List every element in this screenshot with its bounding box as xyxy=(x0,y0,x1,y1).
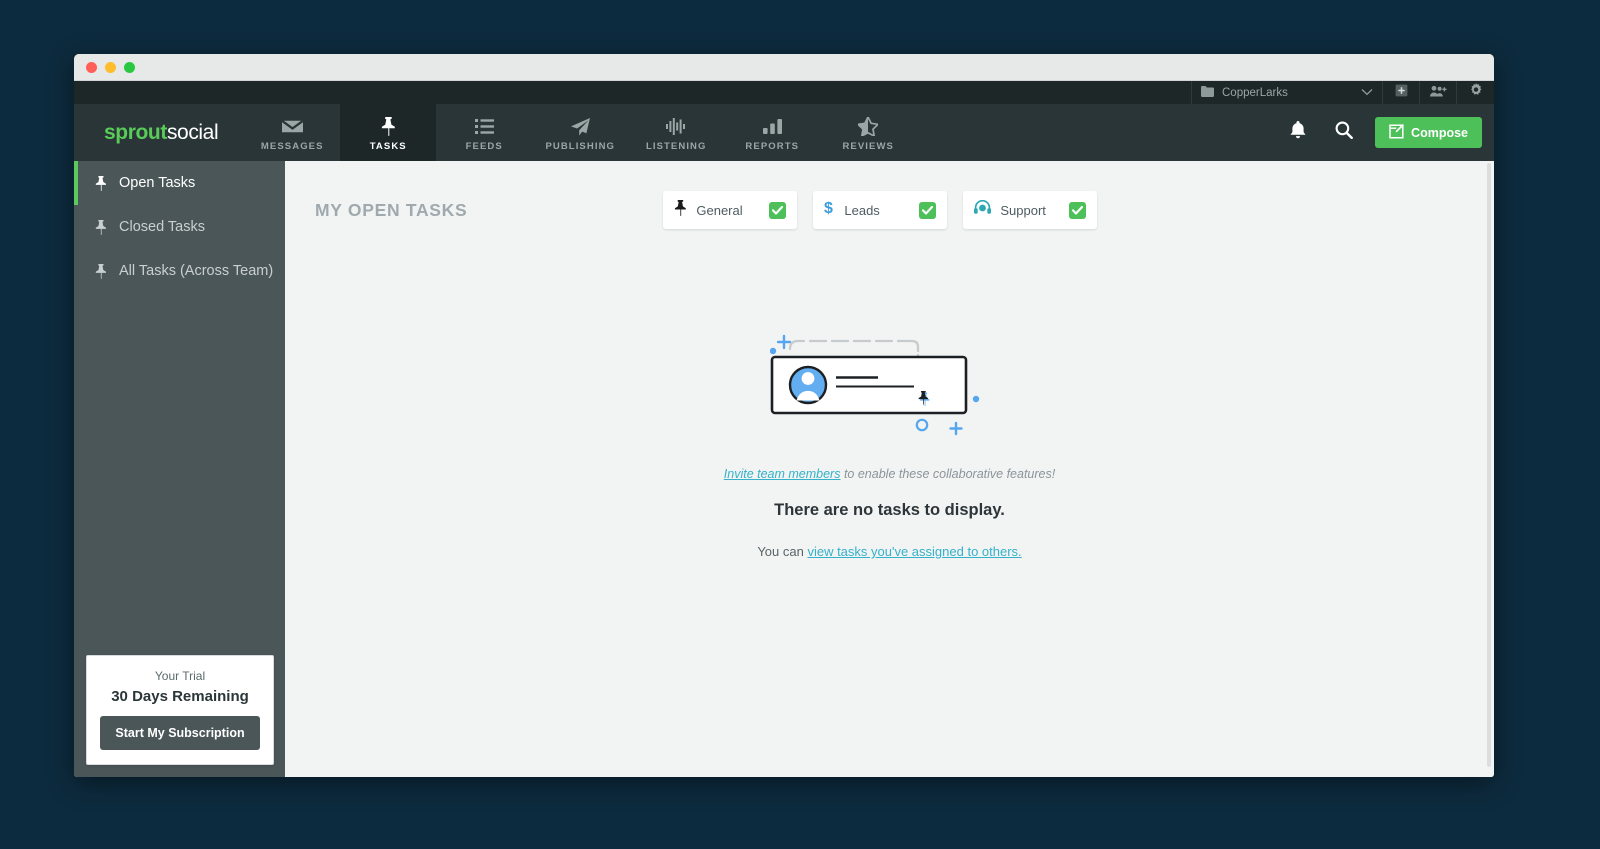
filter-card-leads[interactable]: $ Leads xyxy=(813,191,948,229)
add-user-button[interactable] xyxy=(1420,81,1457,104)
plus-square-icon xyxy=(1395,84,1408,102)
pin-icon xyxy=(381,117,396,136)
main-navbar: sprout social MESSAGES TASKS FEEDS PUBLI… xyxy=(74,104,1494,161)
filter-card-support[interactable]: Support xyxy=(963,191,1098,229)
sidebar-item-closed-tasks[interactable]: Closed Tasks xyxy=(74,205,285,249)
empty-state-subtext: You can view tasks you've assigned to ot… xyxy=(757,544,1021,559)
add-profile-button[interactable] xyxy=(1383,81,1420,104)
pin-icon xyxy=(94,263,108,279)
screen: CopperLarks sprout social MESSAGES TASKS… xyxy=(0,0,1600,849)
nav-label-feeds: FEEDS xyxy=(465,141,503,152)
logo-part-social: social xyxy=(166,120,219,144)
window-maximize-button[interactable] xyxy=(124,61,135,73)
user-add-icon xyxy=(1429,84,1447,102)
page-title: MY OPEN TASKS xyxy=(315,199,468,220)
search-button[interactable] xyxy=(1321,104,1367,161)
nav-item-feeds[interactable]: FEEDS xyxy=(436,104,532,161)
nav-item-reports[interactable]: REPORTS xyxy=(724,104,820,161)
sproutsocial-logo[interactable]: sprout social xyxy=(74,104,244,161)
compose-button[interactable]: Compose xyxy=(1375,117,1482,148)
window-minimize-button[interactable] xyxy=(105,61,116,73)
compose-label: Compose xyxy=(1411,125,1468,140)
bell-icon xyxy=(1290,121,1306,144)
empty-subtext-prefix: You can xyxy=(757,544,808,559)
invite-team-members-link[interactable]: Invite team members xyxy=(724,467,841,481)
nav-item-listening[interactable]: LISTENING xyxy=(628,104,724,161)
account-selector[interactable]: CopperLarks xyxy=(1191,81,1383,104)
waveform-icon xyxy=(666,117,686,136)
nav-item-tasks[interactable]: TASKS xyxy=(340,104,437,161)
chevron-down-icon xyxy=(1361,87,1373,99)
filter-card-general[interactable]: General xyxy=(663,191,798,229)
nav-label-reviews: REVIEWS xyxy=(842,141,894,152)
nav-right-actions: Compose xyxy=(1275,104,1494,161)
filter-label-support: Support xyxy=(1000,202,1046,218)
window-titlebar xyxy=(74,54,1494,81)
headset-icon xyxy=(974,199,992,220)
compose-pencil-icon xyxy=(1389,123,1404,142)
svg-text:$: $ xyxy=(824,200,833,216)
folder-icon xyxy=(1201,85,1214,100)
nav-items: MESSAGES TASKS FEEDS PUBLISHING LISTENIN… xyxy=(244,104,916,161)
sidebar: Open Tasks Closed Tasks All Tasks (Acros… xyxy=(74,161,285,777)
settings-button[interactable] xyxy=(1457,81,1494,104)
notifications-button[interactable] xyxy=(1275,104,1321,161)
envelope-icon xyxy=(281,117,303,136)
sidebar-label-closed-tasks: Closed Tasks xyxy=(119,219,205,235)
scrollbar-thumb[interactable] xyxy=(1487,163,1491,767)
search-icon xyxy=(1335,121,1353,144)
pin-icon xyxy=(94,219,108,235)
paper-plane-icon xyxy=(570,117,590,136)
nav-item-publishing[interactable]: PUBLISHING xyxy=(532,104,628,161)
pin-icon xyxy=(674,199,687,221)
filter-checkbox-general[interactable] xyxy=(769,201,787,219)
empty-state-title: There are no tasks to display. xyxy=(774,501,1005,519)
sidebar-item-open-tasks[interactable]: Open Tasks xyxy=(74,161,285,205)
nav-item-reviews[interactable]: REVIEWS xyxy=(820,104,916,161)
content-area: MY OPEN TASKS General $ Leads Support In… xyxy=(285,161,1494,777)
account-name: CopperLarks xyxy=(1222,86,1288,99)
dollar-icon: $ xyxy=(824,199,835,221)
task-type-filters: General $ Leads Support xyxy=(663,191,1098,229)
window-close-button[interactable] xyxy=(86,61,97,73)
view-assigned-tasks-link[interactable]: view tasks you've assigned to others. xyxy=(807,544,1021,559)
logo-part-sprout: sprout xyxy=(104,120,167,144)
account-strip: CopperLarks xyxy=(74,81,1494,104)
nav-label-reports: REPORTS xyxy=(745,141,800,152)
filter-label-general: General xyxy=(696,202,743,218)
nav-label-tasks: TASKS xyxy=(369,141,407,152)
empty-state: Invite team members to enable these coll… xyxy=(285,319,1494,559)
star-icon xyxy=(858,117,879,136)
start-subscription-button[interactable]: Start My Subscription xyxy=(100,716,260,750)
filter-checkbox-leads[interactable] xyxy=(919,201,937,219)
gear-icon xyxy=(1469,83,1483,102)
app-body: Open Tasks Closed Tasks All Tasks (Acros… xyxy=(74,161,1494,777)
filter-checkbox-support[interactable] xyxy=(1069,201,1087,219)
pin-icon xyxy=(94,175,108,191)
invite-message-rest: to enable these collaborative features! xyxy=(840,467,1056,481)
content-scrollbar[interactable] xyxy=(1485,161,1492,777)
sidebar-label-all-tasks: All Tasks (Across Team) xyxy=(119,263,274,279)
trial-days-remaining: 30 Days Remaining xyxy=(111,688,249,705)
nav-label-messages: MESSAGES xyxy=(260,141,324,152)
nav-label-listening: LISTENING xyxy=(645,141,707,152)
filter-label-leads: Leads xyxy=(844,202,880,218)
content-header: MY OPEN TASKS General $ Leads Support xyxy=(285,161,1494,229)
task-card-illustration xyxy=(769,319,1010,449)
bar-chart-icon xyxy=(762,117,782,136)
nav-item-messages[interactable]: MESSAGES xyxy=(244,104,340,161)
sidebar-label-open-tasks: Open Tasks xyxy=(119,175,196,191)
nav-label-listening-publishing: PUBLISHING xyxy=(545,141,616,152)
sidebar-item-all-tasks[interactable]: All Tasks (Across Team) xyxy=(74,249,285,293)
trial-card: Your Trial 30 Days Remaining Start My Su… xyxy=(86,655,274,765)
invite-message: Invite team members to enable these coll… xyxy=(724,467,1055,481)
list-icon xyxy=(474,117,494,136)
trial-label: Your Trial xyxy=(154,669,206,683)
browser-window: CopperLarks sprout social MESSAGES TASKS… xyxy=(74,54,1494,777)
